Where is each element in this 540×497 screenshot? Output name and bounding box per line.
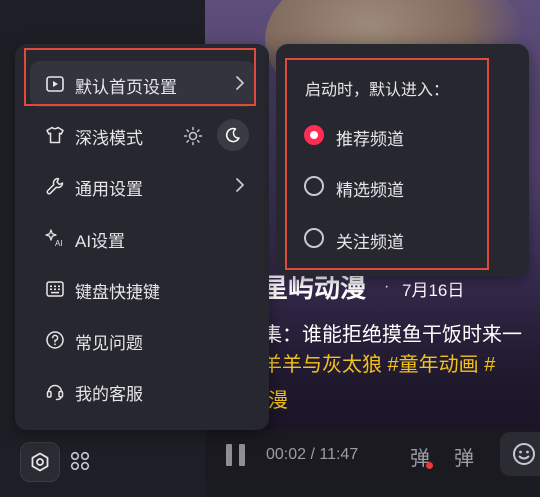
highlight-box: [24, 48, 256, 106]
video-date: 7月16日: [402, 281, 465, 300]
danmaku-toggle-button[interactable]: 弹: [410, 442, 433, 471]
question-circle-icon: [46, 331, 64, 349]
wrench-icon: [46, 177, 64, 195]
video-hashtags[interactable]: 羊羊与灰太狼 #童年动画 #: [262, 348, 495, 377]
menu-item-label: 深浅模式: [75, 129, 143, 148]
danmaku-settings-button[interactable]: 弹: [454, 442, 474, 471]
menu-item-label: AI设置: [75, 232, 126, 251]
video-hashtags-cont[interactable]: 漫: [268, 384, 288, 413]
menu-item-label: 通用设置: [75, 180, 143, 199]
emoji-button[interactable]: [500, 432, 540, 476]
separator-dot: ·: [384, 278, 390, 295]
ai-sparkle-icon: AI: [45, 229, 63, 248]
dark-mode-toggle[interactable]: [217, 119, 249, 151]
menu-item-label: 我的客服: [75, 385, 143, 404]
menu-item-ai-settings[interactable]: AI AI设置: [15, 215, 255, 261]
danmaku-status-dot: [426, 462, 433, 469]
hexagon-settings-icon: [31, 452, 49, 472]
settings-button[interactable]: [20, 442, 60, 482]
menu-item-customer-service[interactable]: 我的客服: [15, 368, 255, 414]
video-description: 集：谁能拒绝摸鱼干饭时来一: [262, 324, 522, 346]
apps-grid-icon[interactable]: [70, 451, 90, 471]
menu-item-faq[interactable]: 常见问题: [15, 317, 255, 363]
highlight-box: [285, 58, 489, 270]
smile-icon: [513, 443, 535, 465]
menu-item-general-settings[interactable]: 通用设置: [15, 163, 255, 209]
player-bar: [205, 430, 540, 480]
playback-time: 00:02 / 11:47: [266, 446, 359, 463]
moon-icon: [225, 127, 240, 143]
menu-item-label: 键盘快捷键: [75, 283, 160, 302]
svg-text:AI: AI: [55, 239, 63, 248]
menu-item-keyboard-shortcuts[interactable]: 键盘快捷键: [15, 266, 255, 312]
pause-button[interactable]: [226, 444, 246, 466]
chevron-right-icon: [236, 178, 244, 192]
headset-icon: [46, 384, 64, 401]
tshirt-icon: [46, 126, 64, 144]
sun-icon[interactable]: [183, 126, 203, 146]
menu-item-label: 常见问题: [75, 334, 143, 353]
keyboard-icon: [46, 281, 64, 297]
